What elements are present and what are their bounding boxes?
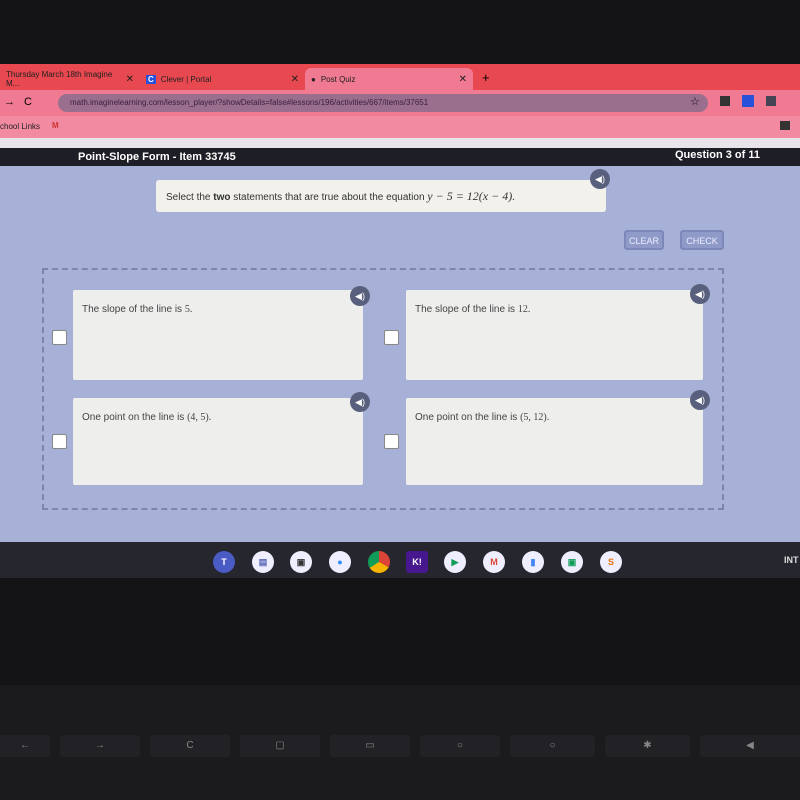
speaker-icon[interactable]: ◀) [350,392,370,412]
forward-icon[interactable]: → [4,96,15,108]
tab-bar: Thursday March 18th Imagine M... ✕ C Cleve… [0,64,800,90]
option-2-card[interactable]: The slope of the line is 12. [406,290,703,380]
option-2-checkbox[interactable] [384,330,399,345]
page-strip [0,138,800,148]
bookmark-school-links[interactable]: chool Links [0,122,40,131]
option-4-card[interactable]: One point on the line is (5, 12). [406,398,703,485]
globe-icon: ● [311,74,316,84]
app-icon[interactable]: ▣ [290,551,312,573]
option-1-checkbox[interactable] [52,330,67,345]
new-tab-button[interactable]: + [482,70,490,85]
page-title: Point-Slope Form - Item 33745 [78,151,236,163]
option-4-checkbox[interactable] [384,434,399,449]
prompt-text: Select the [166,192,214,203]
key-back: ← [0,735,50,757]
tab-imagine[interactable]: Thursday March 18th Imagine M... ✕ [0,68,140,90]
option-3-checkbox[interactable] [52,434,67,449]
speaker-icon[interactable]: ◀) [690,390,710,410]
key-volume: ◀ [700,735,800,757]
option-math: (5, 12). [520,412,550,423]
folder-icon[interactable] [780,121,790,130]
tab-label: Post Quiz [320,74,356,84]
speaker-icon[interactable]: ◀) [350,286,370,306]
key-dim: ○ [420,735,500,757]
key-refresh: C [150,735,230,757]
kahoot-icon[interactable]: K! [406,551,428,573]
tab-clever[interactable]: C Clever | Portal ✕ [140,68,305,90]
key-bright: ○ [510,735,595,757]
key-fullscreen: ▢ [240,735,320,757]
clever-icon: C [146,74,156,84]
key-mute: ✱ [605,735,690,757]
extension-icon[interactable] [720,96,730,106]
quiz-content: Select the two statements that are true … [0,166,800,542]
prompt-text: statements that are true about the equat… [230,192,428,203]
keyboard: ← → C ▢ ▭ ○ ○ ✱ ◀ [0,685,800,800]
option-text: One point on the line is [82,412,188,423]
speaker-icon[interactable]: ◀) [590,169,610,189]
gmail-bookmark-icon[interactable]: M [52,121,59,130]
tab-label: Clever | Portal [160,74,212,84]
bookmarks-bar: chool Links M [0,116,800,138]
key-forward: → [60,735,140,757]
option-1-card[interactable]: The slope of the line is 5. [73,290,363,380]
classroom-icon[interactable]: ▣ [561,551,583,573]
play-store-icon[interactable]: ▶ [444,551,466,573]
os-shelf: T ▤ ▣ ● K! ▶ M ▮ ▣ S INT [0,542,800,578]
address-row: → C math.imaginelearning.com/lesson_play… [0,90,800,116]
gmail-icon[interactable]: M [483,551,505,573]
docs-icon[interactable]: ▮ [522,551,544,573]
option-text: The slope of the line is [415,304,518,315]
reload-icon[interactable]: C [24,96,32,108]
s-app-icon[interactable]: S [600,551,622,573]
chrome-icon[interactable] [368,551,390,573]
option-3-card[interactable]: One point on the line is (4, 5). [73,398,363,485]
lesson-header: Point-Slope Form - Item 33745 Question 3… [0,148,800,166]
option-math: (4, 5). [187,412,212,423]
clear-button[interactable]: CLEAR [624,230,664,250]
option-math: 5. [184,304,193,315]
clever-extension-icon[interactable] [742,95,754,107]
speaker-icon[interactable]: ◀) [690,284,710,304]
status-area[interactable]: INT [784,555,799,565]
url-bar[interactable]: math.imaginelearning.com/lesson_player/?… [58,94,708,112]
star-icon[interactable]: ☆ [690,95,700,108]
question-progress: Question 3 of 11 [675,149,760,161]
cast-icon[interactable] [766,96,776,106]
option-text: One point on the line is [415,412,521,423]
equation: y − 5 = 12(x − 4). [427,189,516,203]
zoom-icon[interactable]: ● [329,551,351,573]
key-overview: ▭ [330,735,410,757]
tab-post-quiz[interactable]: ● Post Quiz ✕ [305,68,473,90]
files-icon[interactable]: ▤ [252,551,274,573]
option-math: 12. [517,304,531,315]
check-button[interactable]: CHECK [680,230,724,250]
close-icon[interactable]: ✕ [291,74,299,85]
teams-icon[interactable]: T [213,551,235,573]
question-prompt: Select the two statements that are true … [156,180,606,212]
close-icon[interactable]: ✕ [126,74,134,85]
prompt-emphasis: two [213,192,231,203]
close-icon[interactable]: ✕ [459,74,467,85]
option-text: The slope of the line is [82,304,185,315]
tab-label: Thursday March 18th Imagine M... [6,70,113,88]
